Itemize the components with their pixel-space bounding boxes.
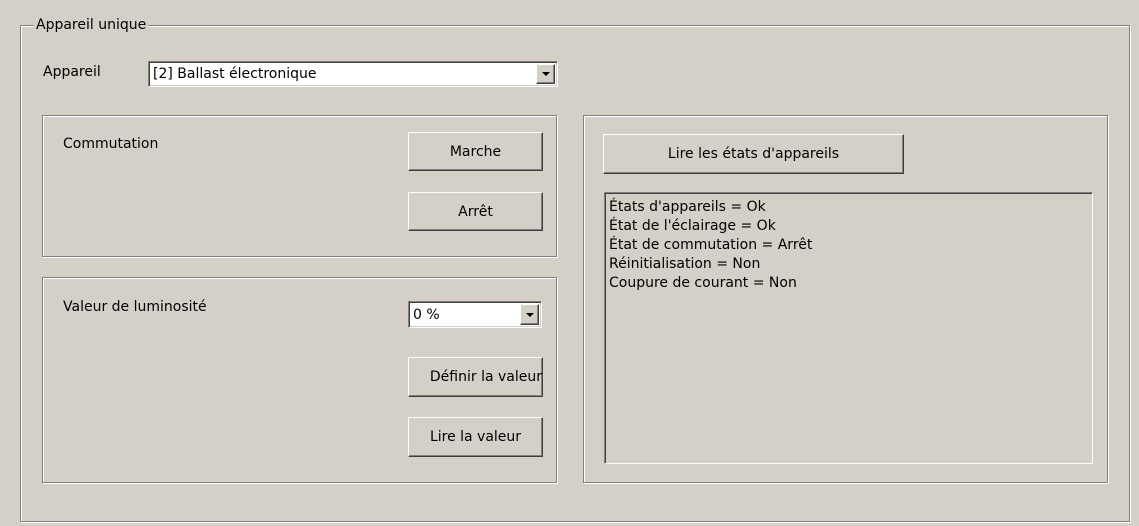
status-line: Réinitialisation = Non — [609, 256, 761, 272]
brightness-label: Valeur de luminosité — [63, 299, 207, 315]
groupbox-title: Appareil unique — [34, 17, 149, 33]
read-states-button[interactable]: Lire les états d'appareils — [603, 134, 904, 174]
status-line: État de commutation = Arrêt — [609, 237, 813, 253]
on-button[interactable]: Marche — [408, 132, 543, 171]
status-line: Coupure de courant = Non — [609, 275, 797, 291]
brightness-select[interactable]: 0 % — [408, 301, 542, 328]
chevron-down-icon[interactable] — [520, 304, 539, 325]
read-value-button[interactable]: Lire la valeur — [408, 417, 543, 457]
switching-label: Commutation — [63, 136, 159, 152]
status-line: État de l'éclairage = Ok — [609, 218, 776, 234]
status-output[interactable]: États d'appareils = Ok État de l'éclaira… — [604, 192, 1093, 464]
set-value-button-label: Définir la valeur — [429, 369, 542, 385]
chevron-down-icon[interactable] — [536, 64, 555, 84]
set-value-button[interactable]: Définir la valeur — [408, 357, 543, 397]
brightness-select-value: 0 % — [413, 306, 440, 323]
off-button[interactable]: Arrêt — [408, 192, 543, 231]
device-select[interactable]: [2] Ballast électronique — [148, 61, 558, 87]
device-select-value: [2] Ballast électronique — [153, 66, 317, 82]
device-label: Appareil — [43, 64, 101, 80]
status-line: États d'appareils = Ok — [609, 199, 766, 215]
